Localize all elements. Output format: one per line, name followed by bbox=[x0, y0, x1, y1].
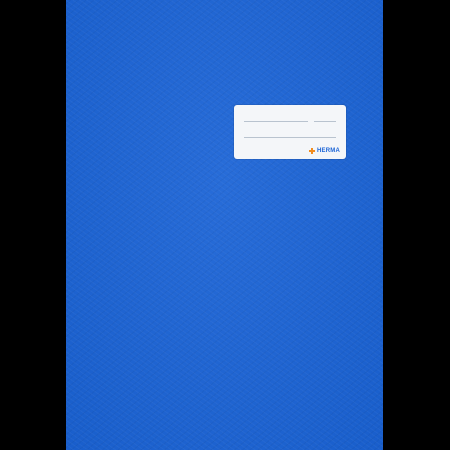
herma-flower-logo-icon bbox=[309, 148, 315, 154]
label-write-line bbox=[314, 121, 336, 122]
brand-logo: HERMA bbox=[309, 148, 340, 154]
name-label: HERMA bbox=[234, 105, 346, 159]
image-canvas: HERMA bbox=[0, 0, 450, 450]
notebook-cover: HERMA bbox=[66, 0, 383, 450]
label-write-line bbox=[244, 137, 336, 138]
brand-name: HERMA bbox=[317, 148, 340, 154]
label-write-line bbox=[244, 121, 308, 122]
